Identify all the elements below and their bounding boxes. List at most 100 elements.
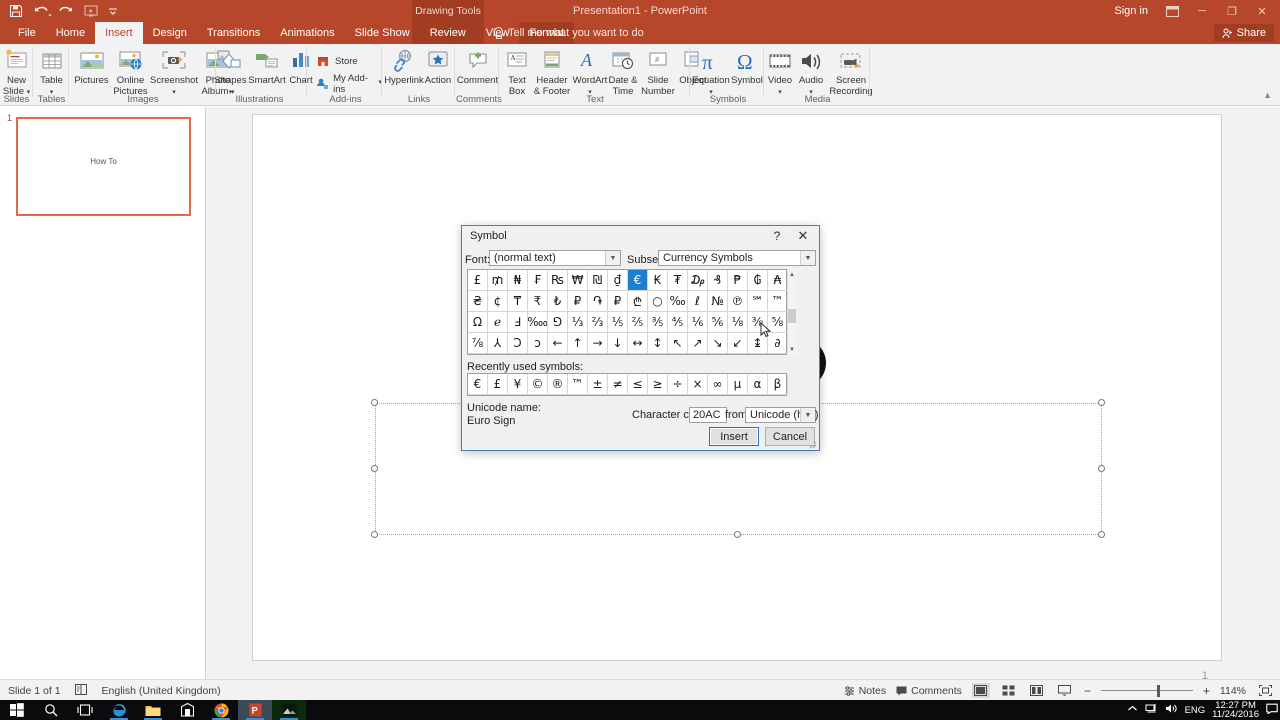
font-chevron-down-icon[interactable]: ▼ — [605, 251, 620, 265]
resize-handle-bottom-right[interactable] — [1098, 531, 1105, 538]
zoom-slider-handle[interactable] — [1156, 684, 1160, 697]
recent-symbol-cell[interactable]: ≥ — [648, 374, 668, 395]
help-icon[interactable]: ? — [769, 229, 785, 243]
symbol-cell[interactable]: ₽ — [568, 291, 588, 312]
wordart-button[interactable]: A WordArt ▾ — [572, 46, 608, 98]
comment-button[interactable]: Comment — [456, 46, 499, 87]
language-label[interactable]: English (United Kingdom) — [102, 685, 221, 697]
hyperlink-button[interactable]: Hyperlink — [384, 46, 424, 87]
symbol-cell[interactable]: ₫ — [608, 270, 628, 291]
symbol-cell[interactable]: ↑ — [568, 333, 588, 354]
reading-view-icon[interactable] — [1028, 683, 1046, 698]
symbol-cell[interactable]: ⅖ — [628, 312, 648, 333]
screenshot-button[interactable]: Screenshot ▾ — [150, 46, 198, 98]
symbol-cell[interactable]: ℗ — [728, 291, 748, 312]
smartart-button[interactable]: SmartArt — [248, 46, 286, 87]
insert-button[interactable]: Insert — [709, 427, 759, 446]
audio-button[interactable]: Audio ▾ — [795, 46, 827, 98]
symbol-cell[interactable]: ↙ — [728, 333, 748, 354]
symbol-cell[interactable]: ₰ — [708, 270, 728, 291]
resize-handle-top-right[interactable] — [1098, 399, 1105, 406]
task-view-icon[interactable] — [68, 700, 102, 720]
symbol-cell[interactable]: ⅙ — [688, 312, 708, 333]
symbol-cell[interactable]: ¢ — [488, 291, 508, 312]
symbol-cell[interactable]: № — [708, 291, 728, 312]
shapes-button[interactable]: Shapes ▾ — [213, 46, 248, 98]
tab-home[interactable]: Home — [46, 22, 95, 44]
action-button[interactable]: Action — [424, 46, 452, 87]
pictures-button[interactable]: Pictures — [71, 46, 112, 87]
video-button[interactable]: Video ▾ — [765, 46, 795, 98]
symbol-cell[interactable]: ₭ — [648, 270, 668, 291]
symbol-cell[interactable]: ⅔ — [588, 312, 608, 333]
symbol-cell[interactable]: ↔ — [628, 333, 648, 354]
symbol-cell[interactable]: ○ — [648, 291, 668, 312]
volume-icon[interactable] — [1165, 703, 1178, 717]
symbol-cell[interactable]: ₳ — [768, 270, 788, 291]
close-button[interactable]: ✕ — [1248, 0, 1276, 22]
symbol-cell[interactable]: ₯ — [688, 270, 708, 291]
from-combobox[interactable]: Unicode (hex) ▼ — [745, 407, 818, 423]
symbol-cell[interactable]: ↖ — [668, 333, 688, 354]
symbol-cell[interactable]: ⅕ — [608, 312, 628, 333]
slide-thumbnail-1[interactable]: How To — [16, 117, 191, 216]
symbol-cell[interactable]: ↘ — [708, 333, 728, 354]
search-icon[interactable] — [34, 700, 68, 720]
recent-symbol-cell[interactable]: ≠ — [608, 374, 628, 395]
symbol-cell[interactable]: ₾ — [628, 291, 648, 312]
network-icon[interactable] — [1145, 703, 1158, 717]
normal-view-icon[interactable] — [971, 683, 990, 698]
symbol-cell[interactable]: ₴ — [468, 291, 488, 312]
recent-symbol-cell[interactable]: ± — [588, 374, 608, 395]
resize-handle-bottom-left[interactable] — [371, 531, 378, 538]
zoom-level-label[interactable]: 114% — [1220, 685, 1246, 697]
tab-review[interactable]: Review — [420, 22, 476, 44]
subset-combobox[interactable]: Currency Symbols ▼ — [658, 250, 816, 266]
symbol-cell[interactable]: ₣ — [528, 270, 548, 291]
recent-symbol-cell[interactable]: ™ — [568, 374, 588, 395]
minimize-button[interactable]: ─ — [1188, 0, 1216, 22]
tell-me-box[interactable]: Tell me what you want to do — [492, 22, 644, 44]
tab-design[interactable]: Design — [143, 22, 197, 44]
symbol-cell[interactable]: ™ — [768, 291, 788, 312]
taskbar-clock[interactable]: 12:27 PM 11/24/2016 — [1212, 700, 1259, 720]
header-footer-button[interactable]: Header & Footer — [531, 46, 573, 97]
slide-sorter-icon[interactable] — [1000, 683, 1018, 698]
symbol-cell[interactable]: £ — [468, 270, 488, 291]
recent-symbol-cell[interactable]: × — [688, 374, 708, 395]
symbol-cell[interactable]: ₥ — [488, 270, 508, 291]
symbol-cell[interactable]: ⅞ — [468, 333, 488, 354]
share-button[interactable]: Share — [1213, 24, 1274, 42]
taskbar-language-label[interactable]: ENG — [1185, 705, 1206, 716]
accessibility-icon[interactable] — [74, 684, 88, 698]
notes-button[interactable]: Notes — [844, 685, 886, 697]
symbol-cell[interactable]: ₲ — [748, 270, 768, 291]
cancel-button[interactable]: Cancel — [765, 427, 815, 446]
recent-symbol-cell[interactable]: μ — [728, 374, 748, 395]
zoom-out-button[interactable]: − — [1084, 684, 1091, 698]
symbol-cell[interactable]: Ↄ — [508, 333, 528, 354]
symbol-cell[interactable]: ‰ — [668, 291, 688, 312]
symbol-cell[interactable]: ₪ — [588, 270, 608, 291]
recent-symbol-cell[interactable]: £ — [488, 374, 508, 395]
equation-button[interactable]: π Equation ▾ — [692, 46, 730, 98]
slide-count-label[interactable]: Slide 1 of 1 — [8, 685, 61, 697]
resize-handle-middle-right[interactable] — [1098, 465, 1105, 472]
recent-symbol-cell[interactable]: α — [748, 374, 768, 395]
tab-file[interactable]: File — [8, 22, 46, 44]
new-slide-button[interactable]: New Slide ▾ — [0, 46, 33, 98]
online-pictures-button[interactable]: Online Pictures — [112, 46, 149, 97]
recent-symbol-cell[interactable]: © — [528, 374, 548, 395]
recent-symbol-cell[interactable]: ÷ — [668, 374, 688, 395]
dialog-close-icon[interactable]: ✕ — [793, 229, 813, 243]
collapse-ribbon-icon[interactable]: ▲ — [1263, 90, 1272, 100]
recent-symbol-cell[interactable]: β — [768, 374, 788, 395]
text-box-button[interactable]: A Text Box — [503, 46, 531, 97]
font-combobox[interactable]: (normal text) ▼ — [489, 250, 621, 266]
symbol-cell[interactable]: ₩ — [568, 270, 588, 291]
slide-number-button[interactable]: # Slide Number — [638, 46, 678, 97]
ribbon-display-options-icon[interactable] — [1158, 0, 1186, 22]
resize-handle-middle-left[interactable] — [371, 465, 378, 472]
store-button[interactable]: Store — [315, 53, 358, 69]
symbol-cell[interactable]: ₱ — [728, 270, 748, 291]
